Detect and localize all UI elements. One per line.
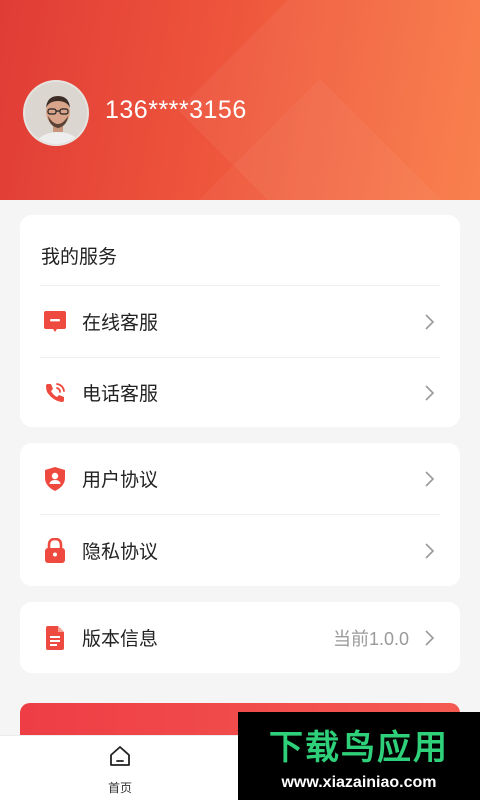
services-card: 我的服务 在线客服 电话客服 bbox=[20, 215, 460, 427]
online-service-label: 在线客服 bbox=[82, 312, 159, 334]
chevron-right-icon bbox=[425, 542, 435, 559]
phone-service-label: 电话客服 bbox=[82, 383, 159, 405]
chevron-right-icon bbox=[425, 313, 435, 330]
chat-icon bbox=[42, 309, 68, 335]
user-agreement-label: 用户协议 bbox=[82, 469, 159, 491]
tab-home[interactable]: 首页 bbox=[70, 736, 170, 800]
phone-icon bbox=[42, 380, 68, 406]
privacy-agreement-item[interactable]: 隐私协议 bbox=[20, 515, 460, 586]
watermark-url: www.xiazainiao.com bbox=[281, 774, 437, 791]
watermark-title: 下载鸟应用 bbox=[269, 728, 449, 768]
home-icon bbox=[110, 746, 130, 766]
user-phone: 136****3156 bbox=[105, 96, 247, 124]
watermark-overlay: 下载鸟应用 www.xiazainiao.com bbox=[238, 712, 480, 800]
avatar[interactable] bbox=[23, 80, 89, 146]
online-service-item[interactable]: 在线客服 bbox=[20, 286, 460, 357]
privacy-agreement-label: 隐私协议 bbox=[82, 541, 159, 563]
version-card: 版本信息 当前1.0.0 bbox=[20, 602, 460, 673]
agreements-card: 用户协议 隐私协议 bbox=[20, 443, 460, 586]
user-agreement-item[interactable]: 用户协议 bbox=[20, 443, 460, 514]
version-item[interactable]: 版本信息 当前1.0.0 bbox=[20, 602, 460, 673]
services-title: 我的服务 bbox=[41, 246, 118, 268]
user-shield-icon bbox=[42, 466, 68, 492]
chevron-right-icon bbox=[425, 384, 435, 401]
version-label: 版本信息 bbox=[82, 628, 159, 650]
tab-home-label: 首页 bbox=[107, 781, 132, 795]
phone-service-item[interactable]: 电话客服 bbox=[20, 357, 460, 428]
chevron-right-icon bbox=[425, 629, 435, 646]
lock-icon bbox=[42, 537, 68, 564]
version-value: 当前1.0.0 bbox=[332, 628, 409, 649]
chevron-right-icon bbox=[425, 470, 435, 487]
document-icon bbox=[42, 625, 68, 651]
